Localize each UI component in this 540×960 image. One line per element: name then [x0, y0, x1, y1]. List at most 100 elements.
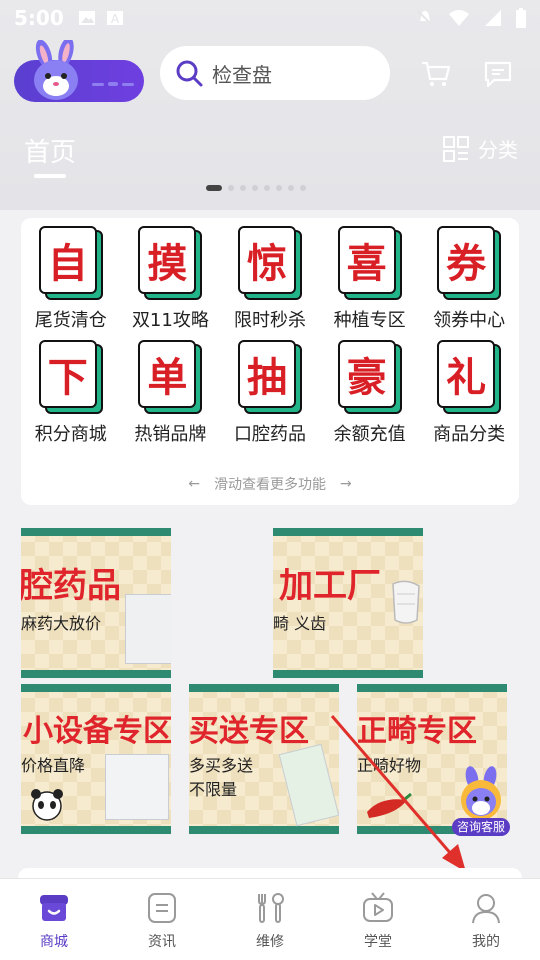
- tile-char: 单: [147, 354, 188, 401]
- banner-oral-medicine[interactable]: 腔药品 麻药大放价: [21, 528, 171, 678]
- tab-mine[interactable]: 我的: [432, 879, 540, 960]
- carousel-dot: [228, 185, 234, 191]
- function-item[interactable]: 单热销品牌: [121, 340, 221, 446]
- function-tile: 摸: [138, 226, 203, 300]
- tile-char: 惊: [246, 240, 287, 287]
- function-label: 领券中心: [433, 310, 506, 331]
- tile-face: 券: [437, 226, 496, 294]
- banner-small-equipment[interactable]: 小设备专区 价格直降: [21, 684, 171, 834]
- function-item[interactable]: 下积分商城: [21, 340, 121, 446]
- function-tile: 下: [38, 340, 103, 414]
- carousel-dot: [300, 185, 306, 191]
- function-item[interactable]: 惊限时秒杀: [220, 226, 320, 332]
- panda-icon: [31, 789, 63, 821]
- app-logo[interactable]: [14, 40, 146, 104]
- category-grid-icon: [443, 135, 469, 162]
- tab-mall[interactable]: 商城: [0, 879, 108, 960]
- carousel-dot-active: [206, 185, 222, 191]
- function-item[interactable]: 券领券中心: [419, 226, 519, 332]
- function-label: 口腔药品: [233, 424, 306, 445]
- carousel-dot: [276, 185, 282, 191]
- carousel-dot: [288, 185, 294, 191]
- function-item[interactable]: 豪余额充值: [320, 340, 420, 446]
- tile-char: 自: [47, 240, 88, 287]
- tab-label: 我的: [472, 934, 500, 950]
- tab-label: 学堂: [364, 934, 392, 950]
- tile-face: 喜: [337, 226, 396, 294]
- user-icon: [472, 894, 500, 924]
- video-tv-icon: [363, 892, 393, 922]
- cart-icon[interactable]: [420, 58, 452, 90]
- search-icon: [176, 60, 203, 87]
- banner-title: 买送专区: [189, 714, 309, 749]
- function-label: 热销品牌: [134, 424, 207, 445]
- function-tile: 券: [437, 226, 502, 300]
- tile-char: 喜: [346, 240, 387, 287]
- search-bar[interactable]: 检查盘: [160, 46, 390, 100]
- function-item[interactable]: 抽口腔药品: [220, 340, 320, 446]
- function-tile: 单: [138, 340, 203, 414]
- search-placeholder: 检查盘: [212, 62, 272, 87]
- carousel-indicator: [206, 185, 306, 191]
- function-label: 双11攻略: [131, 310, 209, 331]
- function-label: 尾货清仓: [34, 310, 107, 331]
- image-icon: [78, 11, 95, 25]
- banner-band-top: [21, 528, 171, 536]
- function-label: 限时秒杀: [233, 310, 306, 331]
- tab-school[interactable]: 学堂: [324, 879, 432, 960]
- banner-processing-factory[interactable]: 加工厂 畸 义齿: [273, 528, 423, 678]
- scroll-hint-text: 滑动查看更多功能: [214, 477, 326, 493]
- banner-band-bottom: [21, 670, 171, 678]
- tab-repair[interactable]: 维修: [216, 879, 324, 960]
- banner-band-top: [357, 684, 507, 692]
- status-time: 5:00: [14, 6, 64, 30]
- function-item[interactable]: 喜种植专区: [320, 226, 420, 332]
- tab-label: 维修: [256, 934, 284, 950]
- carousel-dot: [240, 185, 246, 191]
- arrow-right-icon: →: [340, 476, 352, 492]
- banner-band-bottom: [21, 826, 171, 834]
- tab-news[interactable]: 资讯: [108, 879, 216, 960]
- news-icon: [148, 893, 176, 923]
- category-label: 分类: [478, 138, 518, 162]
- tab-home[interactable]: 首页: [24, 132, 76, 169]
- category-button[interactable]: 分类: [442, 134, 518, 163]
- function-item[interactable]: 摸双11攻略: [121, 226, 221, 332]
- function-item[interactable]: 自尾货清仓: [21, 226, 121, 332]
- banner-buy-gift[interactable]: 买送专区 多买多送 不限量: [189, 684, 339, 834]
- home-tab-indicator: [34, 174, 66, 178]
- tile-face: 下: [38, 340, 97, 408]
- function-item[interactable]: 礼商品分类: [419, 340, 519, 446]
- banner-band-bottom: [189, 826, 339, 834]
- message-icon[interactable]: [482, 58, 514, 90]
- store-icon: [40, 895, 68, 921]
- function-tile: 豪: [337, 340, 402, 414]
- function-tile: 礼: [437, 340, 502, 414]
- denture-icon: [392, 580, 420, 624]
- tile-face: 豪: [337, 340, 396, 408]
- banner-band-top: [189, 684, 339, 692]
- function-label: 商品分类: [433, 424, 506, 445]
- tab-label: 商城: [40, 934, 68, 950]
- tile-char: 豪: [346, 354, 387, 401]
- carousel-dot: [252, 185, 258, 191]
- product-image: [125, 594, 171, 664]
- tile-face: 抽: [237, 340, 296, 408]
- wifi-icon: [449, 10, 469, 26]
- rabbit-mascot-icon: [34, 40, 78, 100]
- banner-subtitle-2: 不限量: [189, 780, 238, 799]
- function-tile: 抽: [237, 340, 302, 414]
- function-label: 种植专区: [333, 310, 406, 331]
- banner-subtitle: 多买多送: [189, 756, 254, 775]
- cellular-icon: [485, 10, 501, 26]
- tile-char: 下: [47, 354, 88, 401]
- function-tile: 惊: [237, 226, 302, 300]
- tab-label: 资讯: [148, 934, 176, 950]
- status-bar: 5:00 A: [0, 0, 540, 36]
- tile-char: 抽: [246, 354, 287, 401]
- tile-face: 自: [38, 226, 97, 294]
- svg-text:A: A: [111, 12, 120, 26]
- tile-face: 惊: [237, 226, 296, 294]
- tile-face: 摸: [138, 226, 197, 294]
- banner-title: 腔药品: [21, 566, 121, 606]
